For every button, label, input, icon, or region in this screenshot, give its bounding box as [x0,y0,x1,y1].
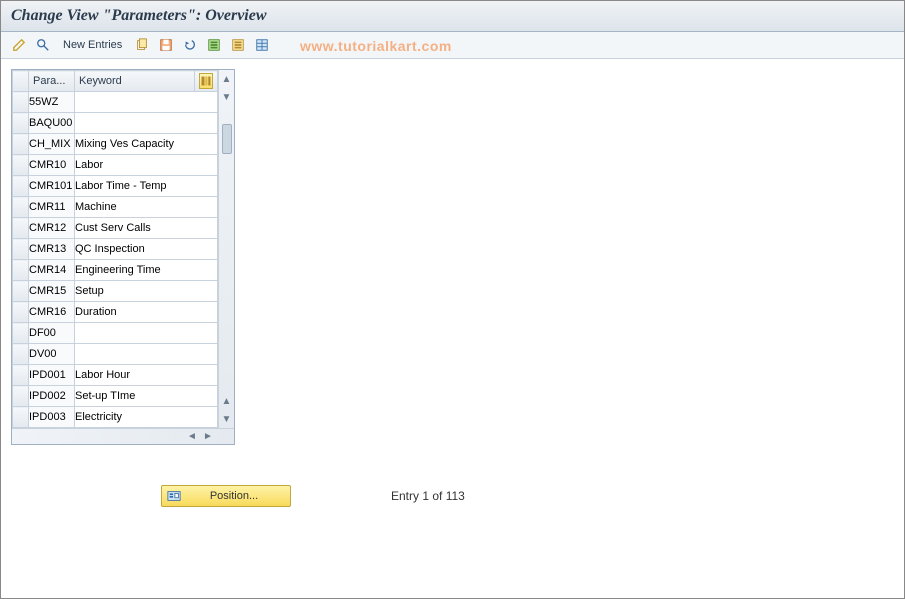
table-row[interactable]: CMR11Machine [13,197,218,218]
scroll-right-icon[interactable]: ► [200,431,216,442]
content-area: Para... Keyword 55WZBAQU00CH_MIXMixing V… [1,59,904,517]
cell-para[interactable]: CMR14 [29,260,75,281]
table-settings-icon[interactable] [252,35,272,55]
copy-icon[interactable] [132,35,152,55]
cell-para[interactable]: DV00 [29,344,75,365]
table-row[interactable]: CMR12Cust Serv Calls [13,218,218,239]
table-row[interactable]: CMR13QC Inspection [13,239,218,260]
table-row[interactable]: CH_MIXMixing Ves Capacity [13,134,218,155]
row-selector[interactable] [13,155,29,176]
position-button[interactable]: Position... [161,485,291,507]
table-row[interactable]: DF00 [13,323,218,344]
cell-keyword[interactable] [75,344,218,365]
entry-status-text: Entry 1 of 113 [391,489,465,503]
table-row[interactable]: IPD001Labor Hour [13,365,218,386]
position-button-label: Position... [188,490,280,502]
row-selector[interactable] [13,344,29,365]
table-row[interactable]: 55WZ [13,92,218,113]
scroll-down-icon[interactable]: ▼ [222,410,232,428]
cell-keyword[interactable]: Labor Time - Temp [75,176,218,197]
column-header-para[interactable]: Para... [29,71,75,92]
position-icon [166,488,182,504]
row-selector[interactable] [13,365,29,386]
cell-keyword[interactable]: Setup [75,281,218,302]
row-selector[interactable] [13,260,29,281]
undo-icon[interactable] [180,35,200,55]
row-selector[interactable] [13,218,29,239]
table-row[interactable]: CMR10Labor [13,155,218,176]
scroll-up-icon[interactable]: ▲ [222,70,232,88]
cell-para[interactable]: CH_MIX [29,134,75,155]
row-selector[interactable] [13,302,29,323]
row-selector[interactable] [13,239,29,260]
scrollbar-thumb[interactable] [222,124,232,154]
cell-para[interactable]: 55WZ [29,92,75,113]
configure-columns-icon[interactable] [199,73,213,89]
cell-para[interactable]: IPD003 [29,407,75,428]
cell-keyword[interactable]: Labor Hour [75,365,218,386]
select-all-icon[interactable] [204,35,224,55]
horizontal-scrollbar[interactable]: ◄ ► [12,428,234,444]
cell-keyword[interactable] [75,113,218,134]
scroll-down-step-icon[interactable]: ▼ [222,88,232,106]
scroll-up-bottom-icon[interactable]: ▲ [222,392,232,410]
column-header-keyword[interactable]: Keyword [75,71,195,92]
table-row[interactable]: IPD002Set-up TIme [13,386,218,407]
row-selector[interactable] [13,197,29,218]
cell-keyword[interactable]: Machine [75,197,218,218]
cell-para[interactable]: CMR12 [29,218,75,239]
row-selector[interactable] [13,323,29,344]
cell-para[interactable]: DF00 [29,323,75,344]
cell-para[interactable]: CMR16 [29,302,75,323]
footer-row: Position... Entry 1 of 113 [11,485,894,507]
toolbar: New Entries [1,32,904,59]
cell-keyword[interactable]: Labor [75,155,218,176]
cell-keyword[interactable]: Duration [75,302,218,323]
cell-para[interactable]: CMR101 [29,176,75,197]
table-row[interactable]: CMR16Duration [13,302,218,323]
cell-keyword[interactable]: Mixing Ves Capacity [75,134,218,155]
grid-table[interactable]: Para... Keyword 55WZBAQU00CH_MIXMixing V… [12,70,218,428]
column-config-header[interactable] [195,71,218,92]
row-selector[interactable] [13,134,29,155]
cell-para[interactable]: CMR10 [29,155,75,176]
vertical-scrollbar[interactable]: ▲ ▼ ▲ ▼ [218,70,234,428]
table-row[interactable]: DV00 [13,344,218,365]
parameters-grid: Para... Keyword 55WZBAQU00CH_MIXMixing V… [11,69,235,445]
cell-keyword[interactable]: Engineering Time [75,260,218,281]
row-selector[interactable] [13,281,29,302]
cell-para[interactable]: IPD001 [29,365,75,386]
cell-para[interactable]: BAQU00 [29,113,75,134]
table-row[interactable]: CMR15Setup [13,281,218,302]
toggle-display-change-icon[interactable] [9,35,29,55]
cell-para[interactable]: CMR15 [29,281,75,302]
row-selector-header[interactable] [13,71,29,92]
cell-keyword[interactable]: QC Inspection [75,239,218,260]
cell-keyword[interactable]: Electricity [75,407,218,428]
save-icon[interactable] [156,35,176,55]
cell-keyword[interactable] [75,92,218,113]
table-row[interactable]: IPD003Electricity [13,407,218,428]
row-selector[interactable] [13,407,29,428]
table-row[interactable]: CMR101Labor Time - Temp [13,176,218,197]
row-selector[interactable] [13,113,29,134]
table-row[interactable]: BAQU00 [13,113,218,134]
new-entries-button[interactable]: New Entries [57,39,128,51]
cell-keyword[interactable] [75,323,218,344]
row-selector[interactable] [13,176,29,197]
table-row[interactable]: CMR14Engineering Time [13,260,218,281]
scroll-left-icon[interactable]: ◄ [184,431,200,442]
deselect-all-icon[interactable] [228,35,248,55]
find-icon[interactable] [33,35,53,55]
cell-para[interactable]: CMR13 [29,239,75,260]
cell-para[interactable]: IPD002 [29,386,75,407]
cell-keyword[interactable]: Set-up TIme [75,386,218,407]
cell-keyword[interactable]: Cust Serv Calls [75,218,218,239]
row-selector[interactable] [13,92,29,113]
row-selector[interactable] [13,386,29,407]
cell-para[interactable]: CMR11 [29,197,75,218]
page-title: Change View "Parameters": Overview [1,1,904,32]
